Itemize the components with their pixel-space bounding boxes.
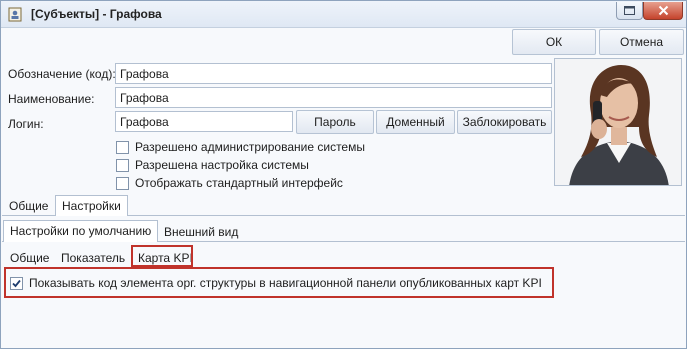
password-button[interactable]: Пароль bbox=[296, 110, 374, 134]
ok-button[interactable]: ОК bbox=[512, 29, 596, 55]
tab-general[interactable]: Общие bbox=[3, 196, 54, 216]
tab-appearance[interactable]: Внешний вид bbox=[158, 222, 244, 242]
settings-checkbox-label: Разрешена настройка системы bbox=[135, 158, 309, 172]
login-field[interactable]: Графова bbox=[115, 111, 293, 132]
close-button[interactable] bbox=[643, 2, 683, 20]
standard-ui-checkbox-row[interactable]: Отображать стандартный интерфейс bbox=[116, 175, 343, 191]
close-icon bbox=[658, 5, 668, 16]
kpi-option-checkbox[interactable] bbox=[10, 276, 23, 290]
window-title: [Субъекты] - Графова bbox=[31, 7, 162, 21]
admin-checkbox-row[interactable]: Разрешено администрирование системы bbox=[116, 139, 365, 155]
admin-checkbox-label: Разрешено администрирование системы bbox=[135, 140, 365, 154]
restore-icon bbox=[624, 6, 635, 15]
code-field[interactable]: Графова bbox=[115, 63, 552, 84]
tab-settings[interactable]: Настройки bbox=[55, 195, 128, 216]
kpi-option-row[interactable]: Показывать код элемента орг. структуры в… bbox=[10, 275, 542, 291]
checkmark-icon bbox=[12, 279, 21, 287]
admin-checkbox[interactable] bbox=[116, 140, 129, 154]
name-label: Наименование: bbox=[8, 92, 95, 106]
person-photo-image bbox=[555, 59, 681, 185]
tab-default-settings[interactable]: Настройки по умолчанию bbox=[3, 220, 159, 242]
tab-indicator[interactable]: Показатель bbox=[55, 248, 131, 268]
standard-ui-checkbox[interactable] bbox=[116, 176, 129, 190]
tab-sub-general[interactable]: Общие bbox=[4, 248, 55, 268]
cancel-button[interactable]: Отмена bbox=[599, 29, 684, 55]
title-bar: [Субъекты] - Графова bbox=[1, 1, 686, 28]
app-icon bbox=[8, 7, 22, 22]
kpi-option-label: Показывать код элемента орг. структуры в… bbox=[29, 276, 542, 290]
code-label: Обозначение (код): bbox=[8, 67, 116, 81]
settings-checkbox-row[interactable]: Разрешена настройка системы bbox=[116, 157, 309, 173]
name-field[interactable]: Графова bbox=[115, 87, 552, 108]
dialog-window: [Субъекты] - Графова ОК Отмена Обозначен… bbox=[0, 0, 687, 349]
login-label: Логин: bbox=[8, 117, 44, 131]
settings-checkbox[interactable] bbox=[116, 158, 129, 172]
user-photo bbox=[554, 58, 682, 186]
standard-ui-checkbox-label: Отображать стандартный интерфейс bbox=[135, 176, 343, 190]
domain-button[interactable]: Доменный bbox=[376, 110, 455, 134]
kpi-tab-highlight bbox=[131, 245, 193, 267]
restore-button[interactable] bbox=[616, 2, 643, 20]
block-button[interactable]: Заблокировать bbox=[457, 110, 552, 134]
